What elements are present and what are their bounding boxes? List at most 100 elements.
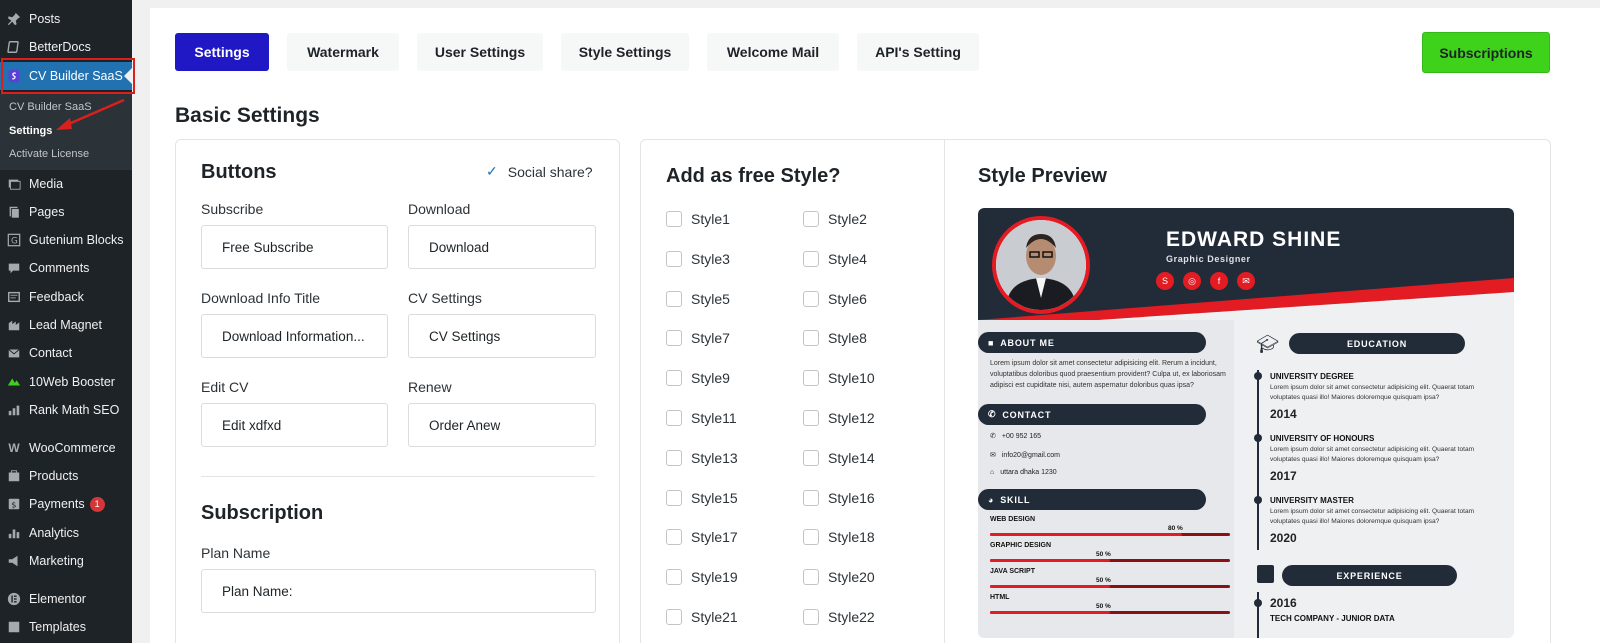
sidebar-item-rank-math-seo[interactable]: Rank Math SEO [0, 397, 132, 423]
sidebar-item-gutenium-blocks[interactable]: G Gutenium Blocks [0, 227, 132, 253]
style-checkbox-8[interactable]: Style8 [803, 330, 867, 347]
checkbox-box[interactable] [666, 449, 682, 466]
checkbox-box[interactable] [803, 569, 819, 586]
field-label-plan-name: Plan Name [201, 545, 271, 561]
payments-icon: $ [6, 496, 22, 512]
style-checkbox-5[interactable]: Style5 [666, 290, 730, 307]
style-checkbox-12[interactable]: Style12 [803, 410, 875, 426]
checkbox-box[interactable] [803, 489, 819, 506]
checkbox-box[interactable] [803, 449, 819, 466]
sidebar-item-pages[interactable]: Pages [0, 199, 132, 225]
checkbox-box[interactable] [666, 569, 682, 586]
gutenium-icon: G [6, 232, 22, 248]
style-checkbox-21[interactable]: Style21 [666, 609, 738, 625]
sidebar-item-payments[interactable]: $ Payments 1 [0, 491, 132, 517]
about-me-pill: ■ ABOUT ME [978, 332, 1206, 353]
style-checkbox-10[interactable]: Style10 [803, 370, 875, 387]
style-checkbox-7[interactable]: Style7 [666, 330, 730, 347]
checkbox-box[interactable] [803, 250, 819, 267]
submenu-activate-license[interactable]: Activate License [9, 148, 89, 160]
education-text: Lorem ipsum dolor sit amet consectetur a… [1270, 446, 1475, 463]
tab-user-settings[interactable]: User Settings [417, 33, 543, 71]
tab-api-setting[interactable]: API's Setting [857, 33, 979, 71]
docs-icon [6, 39, 22, 55]
sidebar-item-marketing[interactable]: Marketing [0, 548, 132, 574]
admin-sidebar: Posts BetterDocs CV Builder SaaS CV Buil… [0, 0, 135, 643]
sidebar-item-woocommerce[interactable]: W WooCommerce [0, 435, 132, 461]
style-checkbox-6[interactable]: Style6 [803, 290, 867, 307]
checkbox-box[interactable] [803, 410, 819, 426]
style-checkbox-22[interactable]: Style22 [803, 609, 875, 625]
checkbox-box[interactable] [666, 410, 682, 426]
checkbox-box[interactable] [666, 211, 682, 227]
checkbox-box[interactable] [803, 529, 819, 546]
style-checkbox-15[interactable]: Style15 [666, 489, 738, 506]
graduation-cap-icon: 🎓︎ [1256, 334, 1279, 354]
style-checkbox-14[interactable]: Style14 [803, 449, 875, 466]
sidebar-item-posts[interactable]: Posts [0, 6, 132, 32]
style-checkbox-19[interactable]: Style19 [666, 569, 738, 586]
subscriptions-button[interactable]: Subscriptions [1422, 32, 1550, 73]
renew-input[interactable]: Order Anew [408, 403, 596, 447]
contact-pill: ✆ CONTACT [978, 404, 1206, 425]
submenu-settings[interactable]: Settings [9, 125, 52, 137]
sidebar-item-10web-booster[interactable]: 10Web Booster [0, 369, 132, 395]
checkbox-box[interactable] [803, 609, 819, 625]
sidebar-item-analytics[interactable]: Analytics [0, 520, 132, 546]
tab-welcome-mail[interactable]: Welcome Mail [707, 33, 839, 71]
style-checkbox-3[interactable]: Style3 [666, 250, 730, 267]
field-label-download-info-title: Download Info Title [201, 290, 321, 306]
edit-cv-input[interactable]: Edit xdfxd [201, 403, 388, 447]
resume-preview: EDWARD SHINE Graphic Designer S ◎ f ✉ ■ A… [978, 208, 1514, 638]
tab-settings[interactable]: Settings [175, 33, 269, 71]
style-checkbox-label: Style10 [828, 370, 875, 387]
sidebar-item-comments[interactable]: Comments [0, 255, 132, 281]
style-checkbox-13[interactable]: Style13 [666, 449, 738, 466]
plan-name-input[interactable]: Plan Name: [201, 569, 596, 613]
checkbox-box[interactable] [666, 370, 682, 387]
checkbox-box[interactable] [666, 529, 682, 546]
social-share-checkbox[interactable]: ✓ Social share? [486, 163, 593, 180]
style-checkbox-17[interactable]: Style17 [666, 529, 738, 546]
checkbox-box[interactable] [666, 330, 682, 347]
style-checkbox-16[interactable]: Style16 [803, 489, 875, 506]
style-checkbox-20[interactable]: Style20 [803, 569, 875, 586]
contact-email: ✉ info20@gmail.com [990, 451, 1060, 460]
sidebar-item-contact[interactable]: Contact [0, 340, 132, 366]
sidebar-item-lead-magnet[interactable]: Lead Magnet [0, 312, 132, 338]
checkbox-box[interactable] [666, 250, 682, 267]
sidebar-item-cv-builder-saas[interactable]: CV Builder SaaS [0, 62, 132, 90]
style-checkbox-1[interactable]: Style1 [666, 211, 730, 227]
sidebar-item-products[interactable]: Products [0, 463, 132, 489]
checkbox-box[interactable] [803, 290, 819, 307]
skill-bar-fill [990, 559, 1110, 562]
style-checkbox-label: Style1 [691, 211, 730, 227]
checkbox-box[interactable] [803, 211, 819, 227]
checkbox-box[interactable] [666, 489, 682, 506]
download-info-title-input[interactable]: Download Information... [201, 314, 388, 358]
subscribe-input[interactable]: Free Subscribe [201, 225, 388, 269]
style-checkbox-9[interactable]: Style9 [666, 370, 730, 387]
pin-icon [6, 11, 22, 27]
checkbox-box[interactable] [803, 370, 819, 387]
style-checkbox-label: Style19 [691, 569, 738, 586]
experience-dot [1254, 599, 1262, 607]
skill-name: HTML [990, 594, 1010, 601]
sidebar-item-templates[interactable]: Templates [0, 614, 132, 640]
tab-watermark[interactable]: Watermark [287, 33, 399, 71]
checkbox-box[interactable] [803, 330, 819, 347]
products-icon [6, 468, 22, 484]
download-input[interactable]: Download [408, 225, 596, 269]
style-checkbox-11[interactable]: Style11 [666, 410, 737, 426]
sidebar-item-media[interactable]: Media [0, 171, 132, 197]
sidebar-item-feedback[interactable]: Feedback [0, 284, 132, 310]
tab-style-settings[interactable]: Style Settings [561, 33, 689, 71]
checkbox-box[interactable] [666, 609, 682, 625]
checkbox-box[interactable] [666, 290, 682, 307]
style-checkbox-18[interactable]: Style18 [803, 529, 875, 546]
sidebar-item-betterdocs[interactable]: BetterDocs [0, 34, 132, 60]
cv-settings-input[interactable]: CV Settings [408, 314, 596, 358]
style-checkbox-2[interactable]: Style2 [803, 211, 867, 227]
sidebar-item-elementor[interactable]: Elementor [0, 586, 132, 612]
style-checkbox-4[interactable]: Style4 [803, 250, 867, 267]
